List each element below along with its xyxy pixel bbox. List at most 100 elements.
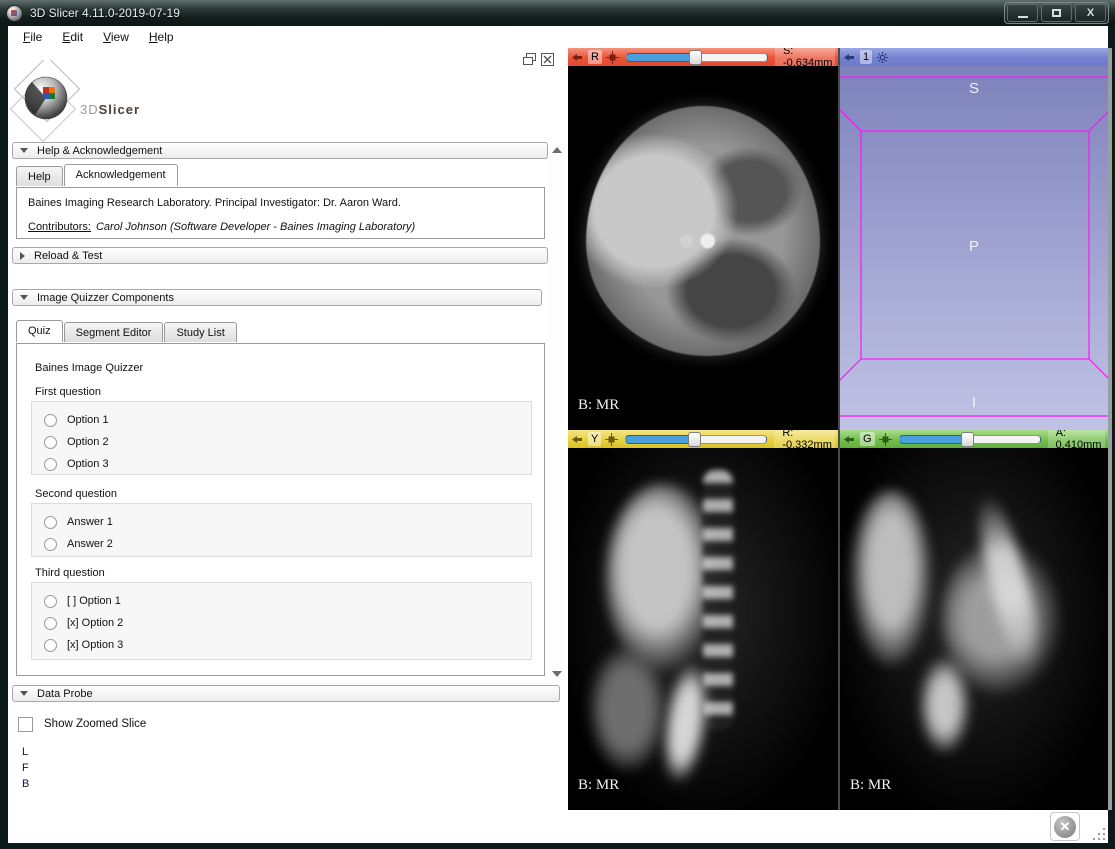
green-slice-controller: G A: 0.410mm — [840, 430, 1108, 448]
maximize-icon — [1052, 9, 1061, 17]
tab-segment-editor[interactable]: Segment Editor — [64, 322, 164, 342]
module-panel-scrollbar[interactable] — [549, 145, 565, 679]
radio-option[interactable]: Option 1 — [44, 409, 531, 431]
minimize-button[interactable] — [1007, 4, 1038, 22]
radio-option[interactable]: [ ] Option 1 — [44, 590, 531, 612]
viewport-grid: R S: -0.634mm B: MR 1 — [568, 48, 1108, 810]
collapse-arrow-icon — [20, 252, 25, 260]
show-zoomed-slice-checkbox[interactable] — [18, 717, 33, 732]
slice-offset-slider[interactable] — [626, 53, 768, 62]
view-gear-icon[interactable] — [876, 51, 889, 64]
pushpin-icon[interactable] — [843, 433, 856, 446]
contributors-line: Contributors:Carol Johnson (Software Dev… — [28, 221, 415, 233]
pushpin-icon[interactable] — [571, 51, 584, 64]
tab-quiz[interactable]: Quiz — [16, 320, 63, 342]
viewport-red-slice: R S: -0.634mm B: MR — [568, 48, 838, 430]
slider-handle[interactable] — [688, 432, 701, 447]
right-splitter[interactable] — [1108, 48, 1112, 810]
menu-edit[interactable]: Edit — [55, 28, 90, 46]
quizzer-tabbar: Quiz Segment Editor Study List — [16, 320, 238, 342]
radio-icon[interactable] — [44, 595, 57, 608]
help-ack-tabbar: Help Acknowledgement — [16, 164, 179, 186]
radio-option[interactable]: Option 3 — [44, 453, 531, 475]
section-title: Image Quizzer Components — [37, 292, 174, 304]
slicer-logo-icon — [10, 60, 84, 142]
crosshair-icon[interactable] — [606, 51, 619, 64]
module-panel: 3DSlicer Help & Acknowledgement Help Ack… — [8, 48, 568, 810]
threeD-view-label[interactable]: 1 — [860, 50, 872, 64]
app-icon — [6, 5, 23, 22]
radio-icon[interactable] — [44, 516, 57, 529]
slice-offset-slider[interactable] — [899, 435, 1041, 444]
menu-file[interactable]: File — [16, 28, 49, 46]
threeD-view[interactable]: S P I — [840, 66, 1108, 430]
slicer-logo-text: 3DSlicer — [80, 102, 140, 117]
acknowledgement-panel: Baines Imaging Research Laboratory. Prin… — [16, 187, 545, 239]
radio-option[interactable]: Option 2 — [44, 431, 531, 453]
slice-offset-value: S: -0.634mm — [775, 48, 835, 66]
acknowledgement-text: Baines Imaging Research Laboratory. Prin… — [28, 197, 528, 209]
red-slice-controller: R S: -0.634mm — [568, 48, 838, 66]
viewport-green-slice: G A: 0.410mm B: MR — [840, 430, 1108, 810]
question-2-label: Second question — [35, 488, 117, 500]
volume-label: B: MR — [578, 777, 619, 794]
scroll-down-icon[interactable] — [552, 671, 562, 677]
section-reload-test[interactable]: Reload & Test — [12, 247, 548, 264]
radio-option[interactable]: [x] Option 3 — [44, 634, 531, 656]
minimize-icon — [1018, 16, 1028, 18]
radio-icon[interactable] — [44, 538, 57, 551]
slice-offset-slider[interactable] — [625, 435, 767, 444]
question-1-label: First question — [35, 386, 101, 398]
contributors-label: Contributors: — [28, 221, 91, 233]
crosshair-icon[interactable] — [605, 433, 618, 446]
close-panel-icon[interactable] — [541, 53, 554, 66]
radio-icon[interactable] — [44, 458, 57, 471]
red-slice-view[interactable]: B: MR — [568, 66, 838, 430]
tab-help[interactable]: Help — [16, 166, 63, 186]
threeD-view-controller: 1 — [840, 48, 1108, 66]
radio-option[interactable]: [x] Option 2 — [44, 612, 531, 634]
radio-icon[interactable] — [44, 639, 57, 652]
float-panel-icon[interactable] — [523, 53, 536, 66]
viewport-3d: 1 — [840, 48, 1108, 430]
tab-study-list[interactable]: Study List — [164, 322, 236, 342]
mr-coronal-image — [840, 448, 1108, 810]
radio-icon[interactable] — [44, 414, 57, 427]
slice-offset-value: A: 0.410mm — [1048, 430, 1105, 448]
maximize-button[interactable] — [1041, 4, 1072, 22]
title-bar[interactable]: 3D Slicer 4.11.0-2019-07-19 X — [0, 0, 1115, 26]
slice-offset-value: R: -0.332mm — [774, 430, 835, 448]
slice-view-label[interactable]: R — [588, 50, 602, 64]
viewport-yellow-slice: Y R: -0.332mm B: MR — [568, 430, 838, 810]
yellow-slice-view[interactable]: B: MR — [568, 448, 838, 810]
question-1-group: Option 1 Option 2 Option 3 — [31, 401, 532, 475]
section-image-quizzer[interactable]: Image Quizzer Components — [12, 289, 542, 306]
slicer-logo: 3DSlicer — [10, 60, 160, 142]
radio-icon[interactable] — [44, 436, 57, 449]
pushpin-icon[interactable] — [571, 433, 584, 446]
app-window: 3D Slicer 4.11.0-2019-07-19 X File Edit … — [0, 0, 1115, 849]
radio-option[interactable]: Answer 1 — [44, 511, 531, 533]
close-button[interactable]: X — [1075, 4, 1106, 22]
section-data-probe[interactable]: Data Probe — [12, 685, 560, 702]
close-circle-icon: ✕ — [1054, 816, 1076, 838]
menu-view[interactable]: View — [96, 28, 136, 46]
radio-option[interactable]: Answer 2 — [44, 533, 531, 555]
crosshair-icon[interactable] — [879, 433, 892, 446]
resize-grip[interactable] — [1089, 824, 1105, 840]
section-help-acknowledgement[interactable]: Help & Acknowledgement — [12, 142, 548, 159]
menu-help[interactable]: Help — [142, 28, 181, 46]
section-title: Help & Acknowledgement — [37, 145, 162, 157]
collapse-arrow-icon — [20, 691, 28, 696]
radio-icon[interactable] — [44, 617, 57, 630]
slider-handle[interactable] — [689, 50, 702, 65]
pushpin-icon[interactable] — [843, 51, 856, 64]
slice-view-label[interactable]: G — [860, 432, 875, 446]
question-3-group: [ ] Option 1 [x] Option 2 [x] Option 3 — [31, 582, 532, 660]
tab-acknowledgement[interactable]: Acknowledgement — [64, 164, 178, 186]
scroll-up-icon[interactable] — [552, 147, 562, 153]
slice-view-label[interactable]: Y — [588, 432, 601, 446]
green-slice-view[interactable]: B: MR — [840, 448, 1108, 810]
slider-handle[interactable] — [961, 432, 974, 447]
error-log-button[interactable]: ✕ — [1050, 812, 1080, 841]
